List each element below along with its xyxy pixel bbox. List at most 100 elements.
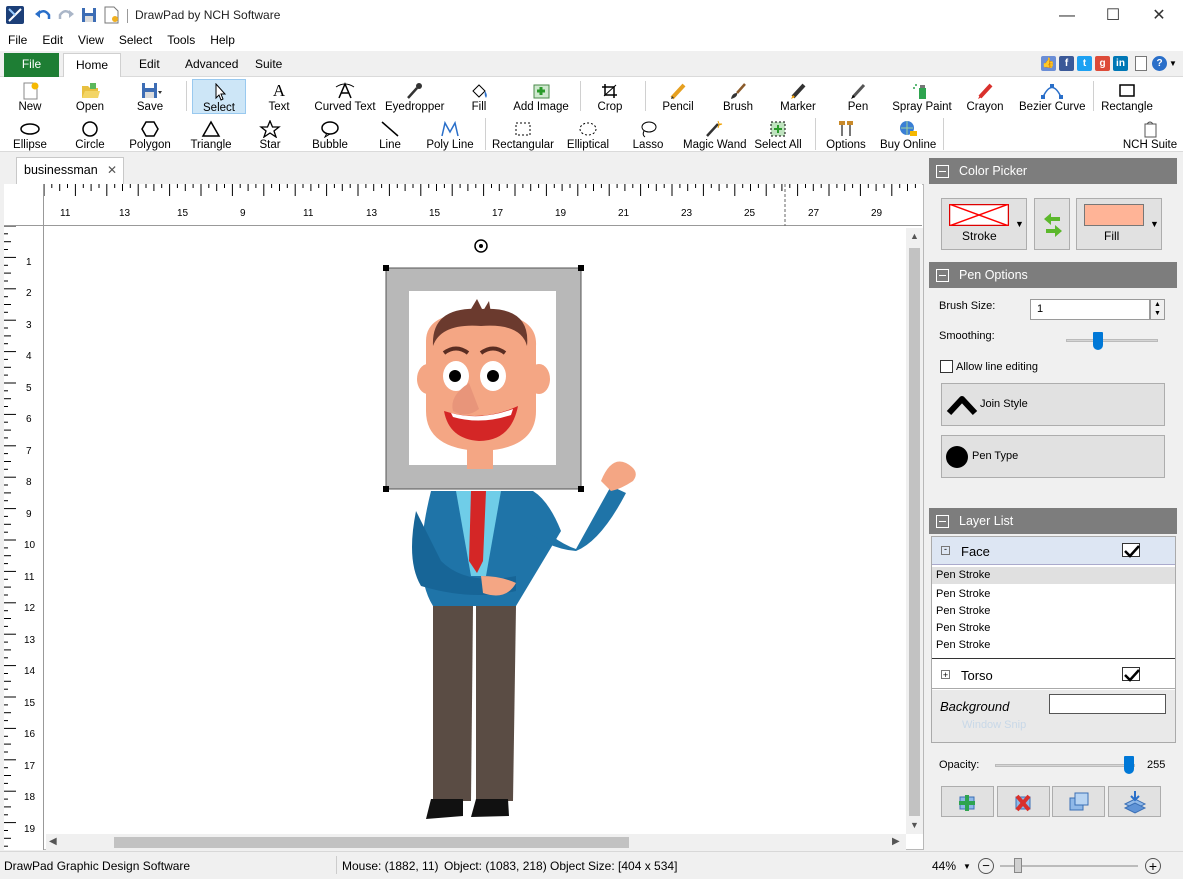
magic-wand-button[interactable]: Magic Wand — [683, 120, 747, 151]
help-dropdown-icon[interactable]: ▼ — [1169, 59, 1177, 68]
zoom-out-icon[interactable]: − — [978, 858, 994, 874]
tab-suite[interactable]: Suite — [243, 53, 294, 77]
select-all-button[interactable]: Select All — [754, 120, 802, 151]
line-tool-button[interactable]: Line — [374, 120, 406, 151]
menu-file[interactable]: File — [0, 31, 34, 47]
list-item[interactable]: Pen Stroke — [932, 637, 1176, 654]
document-tab[interactable]: businessman ✕ — [16, 157, 124, 184]
list-item[interactable]: Pen Stroke — [932, 586, 1176, 603]
menu-view[interactable]: View — [70, 31, 111, 47]
add-image-button[interactable]: Add Image — [513, 82, 569, 113]
spray-paint-button[interactable]: Spray Paint — [892, 82, 952, 113]
save-quick-icon[interactable] — [80, 6, 98, 24]
rectangle-tool-button[interactable]: Rectangle — [1100, 82, 1154, 113]
fill-dropdown-icon[interactable]: ▼ — [1150, 219, 1159, 229]
delete-layer-button[interactable] — [997, 786, 1050, 817]
color-picker-header[interactable]: Color Picker — [929, 158, 1177, 184]
scroll-left-icon[interactable]: ◀ — [49, 836, 57, 847]
tab-advanced[interactable]: Advanced — [173, 53, 250, 77]
buy-online-button[interactable]: Buy Online — [880, 120, 936, 151]
fill-color-button[interactable]: Fill ▼ — [1076, 198, 1162, 250]
smoothing-slider-track[interactable] — [1066, 339, 1158, 342]
minimize-button[interactable]: — — [1044, 0, 1090, 31]
options-button[interactable]: Options — [826, 120, 866, 151]
ellipse-tool-button[interactable]: Ellipse — [12, 120, 48, 151]
new-quick-icon[interactable] — [102, 6, 120, 24]
menu-help[interactable]: Help — [202, 31, 242, 47]
vertical-scrollbar[interactable]: ▲ ▼ — [906, 228, 923, 834]
text-tool-button[interactable]: A Text — [262, 82, 296, 114]
tab-home[interactable]: Home — [63, 53, 122, 77]
marker-tool-button[interactable]: Marker — [778, 82, 818, 113]
fill-tool-button[interactable]: Fill — [465, 82, 493, 113]
vertical-scroll-thumb[interactable] — [909, 248, 920, 816]
pen-options-header[interactable]: Pen Options — [929, 262, 1177, 288]
bubble-tool-button[interactable]: Bubble — [310, 120, 350, 151]
stroke-dropdown-icon[interactable]: ▼ — [1015, 219, 1024, 229]
collapse-icon[interactable] — [936, 515, 949, 528]
merge-layers-button[interactable] — [1108, 786, 1161, 817]
nch-suite-button[interactable]: NCH Suite — [1122, 120, 1178, 151]
crayon-tool-button[interactable]: Crayon — [965, 82, 1005, 113]
list-item[interactable]: Pen Stroke — [932, 603, 1176, 620]
pencil-tool-button[interactable]: Pencil — [660, 82, 696, 113]
layer-list-header[interactable]: Layer List — [929, 508, 1177, 534]
polygon-tool-button[interactable]: Polygon — [128, 120, 172, 151]
poly-line-button[interactable]: Poly Line — [426, 120, 474, 151]
eyedropper-button[interactable]: Eyedropper — [385, 82, 444, 113]
add-layer-button[interactable] — [941, 786, 994, 817]
close-tab-icon[interactable]: ✕ — [107, 158, 117, 182]
layer-face-visibility-checkbox[interactable] — [1122, 543, 1140, 558]
brush-tool-button[interactable]: Brush — [720, 82, 756, 113]
google-plus-icon[interactable]: g — [1095, 56, 1110, 71]
duplicate-layer-button[interactable] — [1052, 786, 1105, 817]
twitter-icon[interactable]: t — [1077, 56, 1092, 71]
facebook-icon[interactable]: f — [1059, 56, 1074, 71]
collapse-layer-icon[interactable]: - — [941, 545, 950, 555]
brush-size-spinner[interactable]: ▲ ▼ — [1150, 299, 1165, 320]
save-button[interactable]: Save — [131, 82, 169, 113]
collapse-icon[interactable] — [936, 165, 949, 178]
swap-colors-button[interactable] — [1034, 198, 1070, 250]
lasso-button[interactable]: Lasso — [631, 120, 665, 151]
list-item[interactable]: Pen Stroke — [932, 620, 1176, 637]
help-icon[interactable]: ? — [1152, 56, 1167, 71]
rectangular-select-button[interactable]: Rectangular — [492, 120, 554, 151]
pen-tool-button[interactable]: Pen — [843, 82, 873, 113]
opacity-slider-thumb[interactable] — [1124, 756, 1134, 774]
brush-size-input[interactable]: 1 — [1030, 299, 1150, 320]
zoom-slider-thumb[interactable] — [1014, 858, 1022, 873]
menu-tools[interactable]: Tools — [159, 31, 202, 47]
expand-layer-icon[interactable]: + — [941, 670, 950, 680]
smoothing-slider-thumb[interactable] — [1093, 332, 1103, 350]
select-tool-button[interactable]: Select — [192, 79, 246, 114]
elliptical-select-button[interactable]: Elliptical — [566, 120, 610, 151]
scroll-right-icon[interactable]: ▶ — [892, 836, 900, 847]
circle-tool-button[interactable]: Circle — [72, 120, 108, 151]
background-color-swatch[interactable] — [1049, 694, 1166, 714]
layer-face-row[interactable]: - Face — [932, 537, 1175, 565]
scroll-down-icon[interactable]: ▼ — [910, 820, 919, 830]
tab-file[interactable]: File — [4, 53, 59, 77]
undo-icon[interactable] — [34, 6, 52, 24]
horizontal-scroll-thumb[interactable] — [114, 837, 629, 848]
layer-torso-visibility-checkbox[interactable] — [1122, 667, 1140, 682]
menu-edit[interactable]: Edit — [34, 31, 70, 47]
options-menu-icon[interactable] — [1135, 56, 1147, 71]
canvas-area[interactable] — [4, 184, 924, 850]
opacity-slider-track[interactable] — [995, 764, 1135, 767]
menu-select[interactable]: Select — [111, 31, 159, 47]
zoom-dropdown-icon[interactable]: ▼ — [963, 862, 971, 871]
scroll-up-icon[interactable]: ▲ — [910, 231, 919, 241]
drawing-canvas[interactable] — [45, 227, 907, 835]
collapse-icon[interactable] — [936, 269, 949, 282]
horizontal-scrollbar[interactable]: ◀ ▶ — [46, 834, 906, 851]
thumbs-up-icon[interactable]: 👍 — [1041, 56, 1056, 71]
pen-type-button[interactable]: Pen Type — [941, 435, 1165, 478]
new-button[interactable]: New — [12, 82, 48, 113]
curved-text-button[interactable]: Curved Text — [313, 82, 377, 113]
redo-icon[interactable] — [57, 6, 75, 24]
linkedin-icon[interactable]: in — [1113, 56, 1128, 71]
triangle-tool-button[interactable]: Triangle — [189, 120, 233, 151]
tab-edit[interactable]: Edit — [127, 53, 172, 77]
